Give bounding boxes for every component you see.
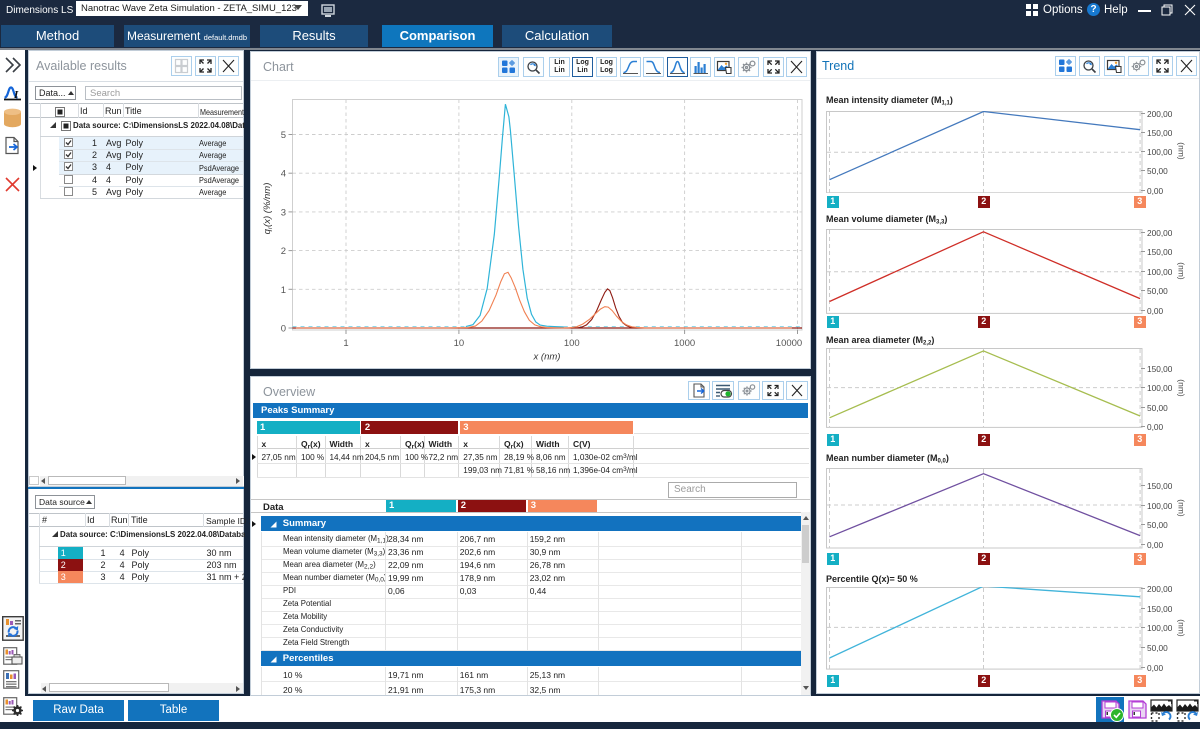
- svg-text:I: I: [13, 89, 19, 101]
- svg-text:x (nm): x (nm): [533, 352, 561, 363]
- svg-text:5: 5: [281, 130, 286, 141]
- svg-text:3: 3: [281, 207, 286, 218]
- svg-text:10000: 10000: [776, 338, 802, 349]
- svg-text:4: 4: [281, 169, 286, 180]
- svg-text:0: 0: [281, 324, 286, 335]
- svg-text:10: 10: [454, 338, 465, 349]
- svg-text:2: 2: [281, 246, 286, 257]
- svg-text:1000: 1000: [674, 338, 695, 349]
- svg-text:1: 1: [343, 338, 348, 349]
- svg-text:100: 100: [564, 338, 580, 349]
- svg-text:1: 1: [281, 285, 286, 296]
- svg-text:qr(x) (%/nm): qr(x) (%/nm): [262, 183, 274, 235]
